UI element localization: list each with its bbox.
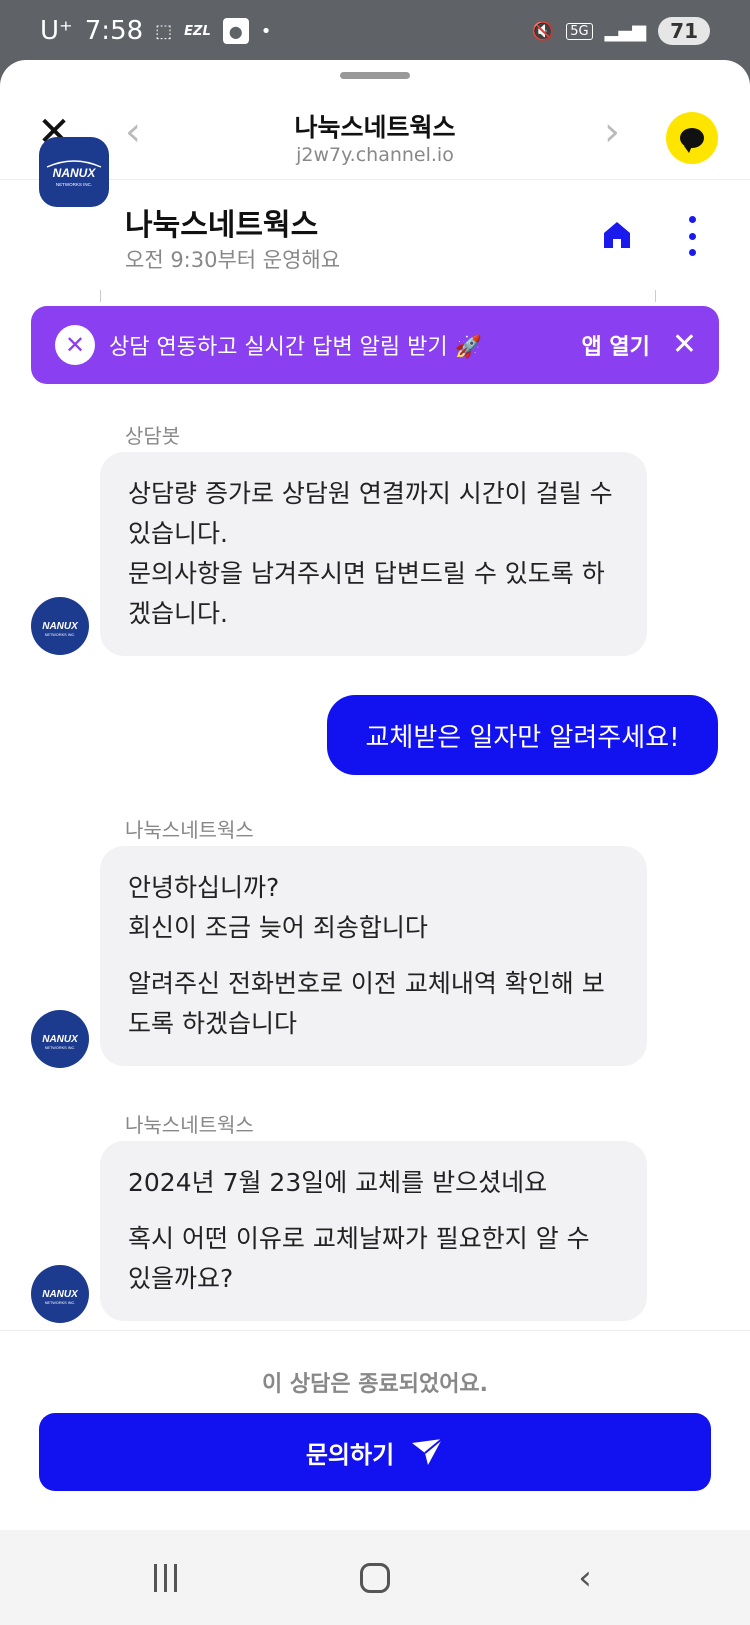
forward-chevron-icon[interactable]: ›: [597, 112, 627, 156]
clock: 7:58: [84, 16, 144, 46]
inquiry-button-label: 문의하기: [305, 1440, 395, 1469]
network-5g-icon: 5G: [566, 22, 593, 40]
logo-text: NANUX: [53, 166, 97, 180]
app-promo-banner[interactable]: ✕ 상담 연동하고 실시간 답변 알림 받기 🚀 앱 열기 ✕: [31, 306, 719, 384]
open-app-button[interactable]: 앱 열기: [581, 329, 649, 361]
map-pin-icon: ●: [222, 18, 249, 44]
status-left: U⁺ 7:58 ⬚ EZL ● •: [40, 16, 271, 46]
message-text: 상담량 증가로 상담원 연결까지 시간이 걸릴 수 있습니다. 문의사항을 남겨…: [128, 479, 613, 628]
message-bubble: 상담량 증가로 상담원 연결까지 시간이 걸릴 수 있습니다. 문의사항을 남겨…: [100, 452, 647, 656]
battery-badge: 71: [658, 17, 710, 45]
browser-url: j2w7y.channel.io: [296, 144, 454, 166]
home-circle-icon: [360, 1562, 390, 1593]
browser-bar: ✕ ‹ 나눅스네트웍스 j2w7y.channel.io ›: [0, 60, 750, 180]
home-icon[interactable]: [600, 218, 634, 252]
channel-hours: 오전 9:30부터 운영해요: [125, 248, 341, 272]
avatar: NANUX NETWORKS INC.: [31, 1010, 89, 1068]
avatar-logo-text: NANUX: [42, 1289, 79, 1300]
recent-apps-button[interactable]: [135, 1553, 195, 1603]
new-inquiry-button[interactable]: 문의하기: [39, 1413, 711, 1491]
message-text: 알려주신 전화번호로 이전 교체내역 확인해 보도록 하겠습니다: [128, 969, 605, 1038]
browser-title: 나눅스네트웍스: [294, 113, 456, 142]
outgoing-message-bubble: 교체받은 일자만 알려주세요!: [327, 695, 718, 775]
message-text: 안녕하십니까? 회신이 조금 늦어 죄송합니다: [128, 873, 428, 942]
notification-dot-icon: •: [260, 20, 272, 42]
mute-icon: 🔇: [531, 20, 555, 42]
status-bar: U⁺ 7:58 ⬚ EZL ● • 🔇 5G ▂▄▆ 71: [0, 0, 750, 62]
avatar: NANUX NETWORKS INC.: [31, 597, 89, 655]
more-options-icon[interactable]: [686, 216, 698, 256]
avatar: NANUX NETWORKS INC.: [31, 1265, 89, 1323]
avatar-logo-text: NANUX: [42, 621, 79, 632]
send-icon: [412, 1438, 443, 1465]
home-nav-button[interactable]: [345, 1553, 405, 1603]
status-right: 🔇 5G ▂▄▆ 71: [532, 17, 710, 45]
message-sender: 상담봇: [125, 424, 181, 448]
message-text: 2024년 7월 23일에 교체를 받으셨네요: [128, 1168, 548, 1197]
channel-app-icon: ✕: [55, 325, 95, 365]
chat-bubble-icon: [680, 128, 704, 153]
signal-icon: ▂▄▆: [604, 20, 647, 42]
back-chevron-icon[interactable]: ‹: [118, 112, 148, 156]
logo-subtext: NETWORKS INC.: [56, 182, 92, 187]
avatar-logo-subtext: NETWORKS INC.: [45, 633, 76, 637]
android-nav-bar: ‹: [0, 1530, 750, 1625]
back-nav-button[interactable]: ‹: [555, 1553, 615, 1603]
channel-name: 나눅스네트웍스: [125, 208, 319, 243]
avatar-logo-subtext: NETWORKS INC.: [45, 1046, 76, 1050]
carrier-label: U⁺: [40, 16, 73, 46]
channel-logo: NANUX NETWORKS INC.: [39, 137, 109, 207]
avatar-logo-text: NANUX: [42, 1034, 79, 1045]
kakaotalk-button[interactable]: [666, 112, 718, 164]
header-divider: [100, 290, 656, 302]
message-text: 혹시 어떤 이유로 교체날짜가 필요한지 알 수 있을까요?: [128, 1224, 590, 1293]
message-bubble: 2024년 7월 23일에 교체를 받으셨네요 혹시 어떤 이유로 교체날짜가 …: [100, 1141, 647, 1321]
message-sender: 나눅스네트웍스: [125, 818, 254, 842]
screenshot-icon: ⬚: [155, 20, 173, 42]
message-sender: 나눅스네트웍스: [125, 1113, 254, 1137]
message-bubble: 안녕하십니까? 회신이 조금 늦어 죄송합니다 알려주신 전화번호로 이전 교체…: [100, 846, 647, 1066]
promo-text: 상담 연동하고 실시간 답변 알림 받기 🚀: [109, 335, 482, 360]
ezl-icon: EZL: [184, 23, 211, 39]
chat-closed-notice: 이 상담은 종료되었어요.: [261, 1372, 489, 1397]
close-banner-icon[interactable]: ✕: [672, 330, 697, 360]
avatar-logo-subtext: NETWORKS INC.: [45, 1301, 76, 1305]
